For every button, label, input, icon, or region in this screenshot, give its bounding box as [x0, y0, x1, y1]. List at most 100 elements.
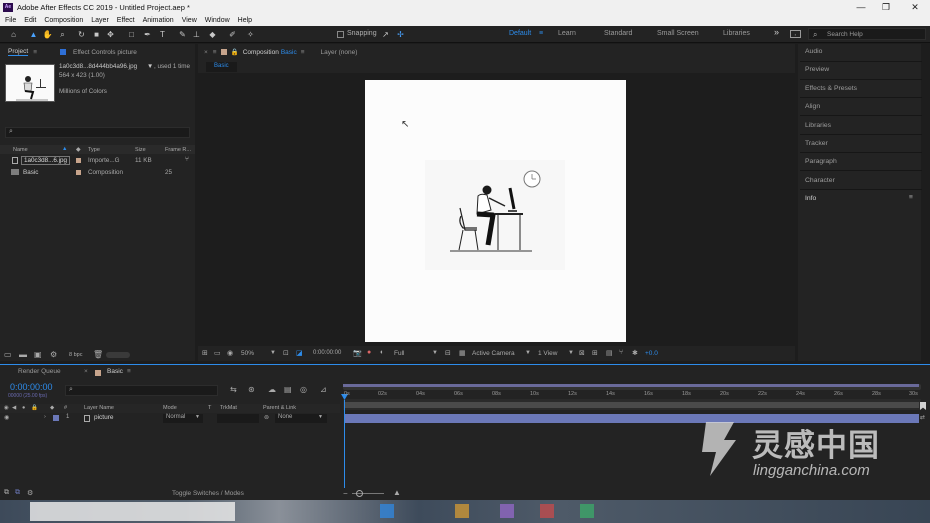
pen-tool-icon[interactable]: ✒ — [142, 29, 153, 40]
taskbar-app-icon[interactable] — [540, 504, 554, 518]
panel-character[interactable]: Character — [805, 177, 835, 184]
exposure-value[interactable]: +0.0 — [645, 350, 658, 357]
viewer-timecode[interactable]: 0:00:00:00 — [313, 350, 341, 356]
resolution-value[interactable]: Full — [394, 350, 404, 357]
taskbar-app-icon[interactable] — [580, 504, 594, 518]
camera-value[interactable]: Active Camera — [472, 350, 515, 357]
taskbar-app-icon[interactable] — [500, 504, 514, 518]
transfer-controls-icon[interactable]: ⧉ — [15, 489, 20, 497]
frame-blending-icon[interactable]: ▤ — [284, 385, 292, 394]
menu-composition[interactable]: Composition — [44, 17, 83, 24]
workspace-small-screen[interactable]: Small Screen — [657, 30, 699, 37]
camera-dropdown-icon[interactable]: ▼ — [525, 350, 531, 356]
new-composition-icon[interactable]: ▣ — [34, 350, 42, 359]
zoom-out-icon[interactable]: − — [343, 489, 348, 498]
zoom-tool-icon[interactable]: ⌕ — [57, 29, 68, 40]
panel-info[interactable]: Info — [805, 195, 816, 202]
shy-layers-icon[interactable]: ☁ — [268, 385, 276, 394]
eraser-tool-icon[interactable]: ◆ — [207, 29, 218, 40]
resolution-dropdown-icon[interactable]: ▼ — [432, 350, 438, 356]
label-color-chip[interactable] — [76, 170, 81, 175]
layer-name[interactable]: picture — [94, 414, 114, 421]
toggle-pixel-aspect-icon[interactable]: ⊠ — [579, 349, 585, 357]
menu-effect[interactable]: Effect — [117, 17, 135, 24]
thumbnail-slider[interactable] — [106, 352, 130, 358]
region-of-interest-icon[interactable]: ◪ — [296, 349, 303, 357]
composition-menu-icon[interactable]: ≡ — [213, 49, 217, 56]
taskbar-app-icon[interactable] — [380, 504, 394, 518]
sort-ascending-icon[interactable]: ▲ — [62, 146, 67, 152]
delete-icon[interactable]: 🗑 — [93, 350, 103, 359]
always-preview-icon[interactable]: ⊞ — [202, 349, 208, 357]
col-layer-name[interactable]: Layer Name — [84, 405, 114, 411]
project-menu-icon[interactable]: ≡ — [33, 49, 37, 56]
workspace-learn[interactable]: Learn — [558, 30, 576, 37]
comp-marker-icon[interactable] — [920, 402, 926, 410]
roto-brush-tool-icon[interactable]: ✐ — [227, 29, 238, 40]
menu-layer[interactable]: Layer — [91, 17, 109, 24]
maximize-button[interactable]: ❐ — [873, 0, 899, 14]
more-workspaces-icon[interactable]: » — [774, 27, 779, 37]
workspace-standard[interactable]: Standard — [604, 30, 632, 37]
tab-project[interactable]: Project — [8, 48, 29, 56]
camera-tool-icon[interactable]: ■ — [91, 29, 102, 40]
rotation-tool-icon[interactable]: ↻ — [76, 29, 87, 40]
layer-label-chip[interactable] — [53, 415, 59, 421]
panel-effects-presets[interactable]: Effects & Presets — [805, 85, 857, 92]
snapping-checkbox[interactable] — [337, 31, 344, 38]
table-row[interactable]: ◉ › 1 picture Normal ▼ ⊚ None ▼ — [0, 414, 340, 423]
menu-file[interactable]: File — [5, 17, 16, 24]
selected-item-dropdown-icon[interactable]: ▼ — [147, 63, 153, 70]
selection-tool-icon[interactable]: ▲ — [28, 29, 39, 40]
home-icon[interactable]: ⌂ — [8, 29, 19, 40]
lock-icon[interactable]: 🔒 — [231, 48, 239, 56]
snapshot-icon[interactable]: 📷 — [353, 349, 362, 357]
current-time-display[interactable]: 0:00:00:00 — [10, 382, 53, 392]
time-navigator[interactable] — [343, 384, 919, 387]
adjust-settings-icon[interactable]: ⚙ — [50, 350, 57, 359]
taskbar-search-box[interactable] — [30, 502, 235, 521]
puppet-tool-icon[interactable]: ✧ — [245, 29, 256, 40]
work-area-span[interactable] — [344, 402, 919, 408]
panel-preview[interactable]: Preview — [805, 66, 829, 73]
tab-basic[interactable]: Basic — [107, 368, 123, 375]
lock-switch-icon[interactable]: 🔒 — [31, 405, 38, 411]
list-item[interactable]: Basic Composition 25 — [0, 167, 195, 178]
rectangle-tool-icon[interactable]: □ — [126, 29, 137, 40]
panel-tracker[interactable]: Tracker — [805, 140, 828, 147]
right-panel-scrollbar[interactable] — [921, 44, 930, 361]
menu-edit[interactable]: Edit — [24, 17, 36, 24]
col-size[interactable]: Size — [135, 147, 146, 153]
col-name[interactable]: Name — [13, 147, 28, 153]
sync-settings-icon[interactable]: ▪ — [790, 30, 801, 38]
workspace-libraries[interactable]: Libraries — [723, 30, 750, 37]
menu-view[interactable]: View — [182, 17, 197, 24]
close-tab-icon[interactable]: × — [84, 368, 88, 375]
tab-effect-controls[interactable]: Effect Controls picture — [73, 49, 137, 56]
layer-switches-icon[interactable]: ⧉ — [4, 489, 9, 497]
expand-layer-icon[interactable]: › — [44, 414, 46, 420]
transparency-grid-icon[interactable]: ▦ — [459, 349, 466, 357]
timeline-menu-icon[interactable]: ≡ — [127, 368, 131, 375]
layer-search-input[interactable]: ⌕ — [65, 385, 218, 396]
solo-switch-icon[interactable]: ● — [22, 405, 25, 411]
composition-breadcrumb[interactable]: Basic — [206, 62, 237, 72]
flowchart-icon[interactable]: ⑂ — [185, 156, 189, 163]
motion-blur-icon[interactable]: ◎ — [300, 385, 307, 394]
views-dropdown-icon[interactable]: ▼ — [568, 350, 574, 356]
pan-behind-tool-icon[interactable]: ✥ — [105, 29, 116, 40]
parent-select[interactable]: None ▼ — [275, 414, 327, 423]
zoom-value[interactable]: 50% — [241, 350, 254, 357]
workspace-default[interactable]: Default — [509, 30, 531, 37]
trkmat-select[interactable] — [217, 414, 259, 423]
minimize-button[interactable]: — — [848, 0, 874, 14]
reset-exposure-icon[interactable]: ✱ — [632, 349, 638, 357]
panel-paragraph[interactable]: Paragraph — [805, 158, 837, 165]
grid-icon[interactable]: ⊡ — [283, 349, 289, 357]
zoom-dropdown-icon[interactable]: ▼ — [270, 350, 276, 356]
audio-switch-icon[interactable]: ◀ — [12, 405, 16, 411]
close-button[interactable]: ✕ — [902, 0, 928, 14]
zoom-in-icon[interactable]: ▲ — [393, 488, 401, 497]
col-frame-rate[interactable]: Frame R... — [165, 147, 191, 153]
fast-preview-icon[interactable]: ⊟ — [445, 349, 451, 357]
